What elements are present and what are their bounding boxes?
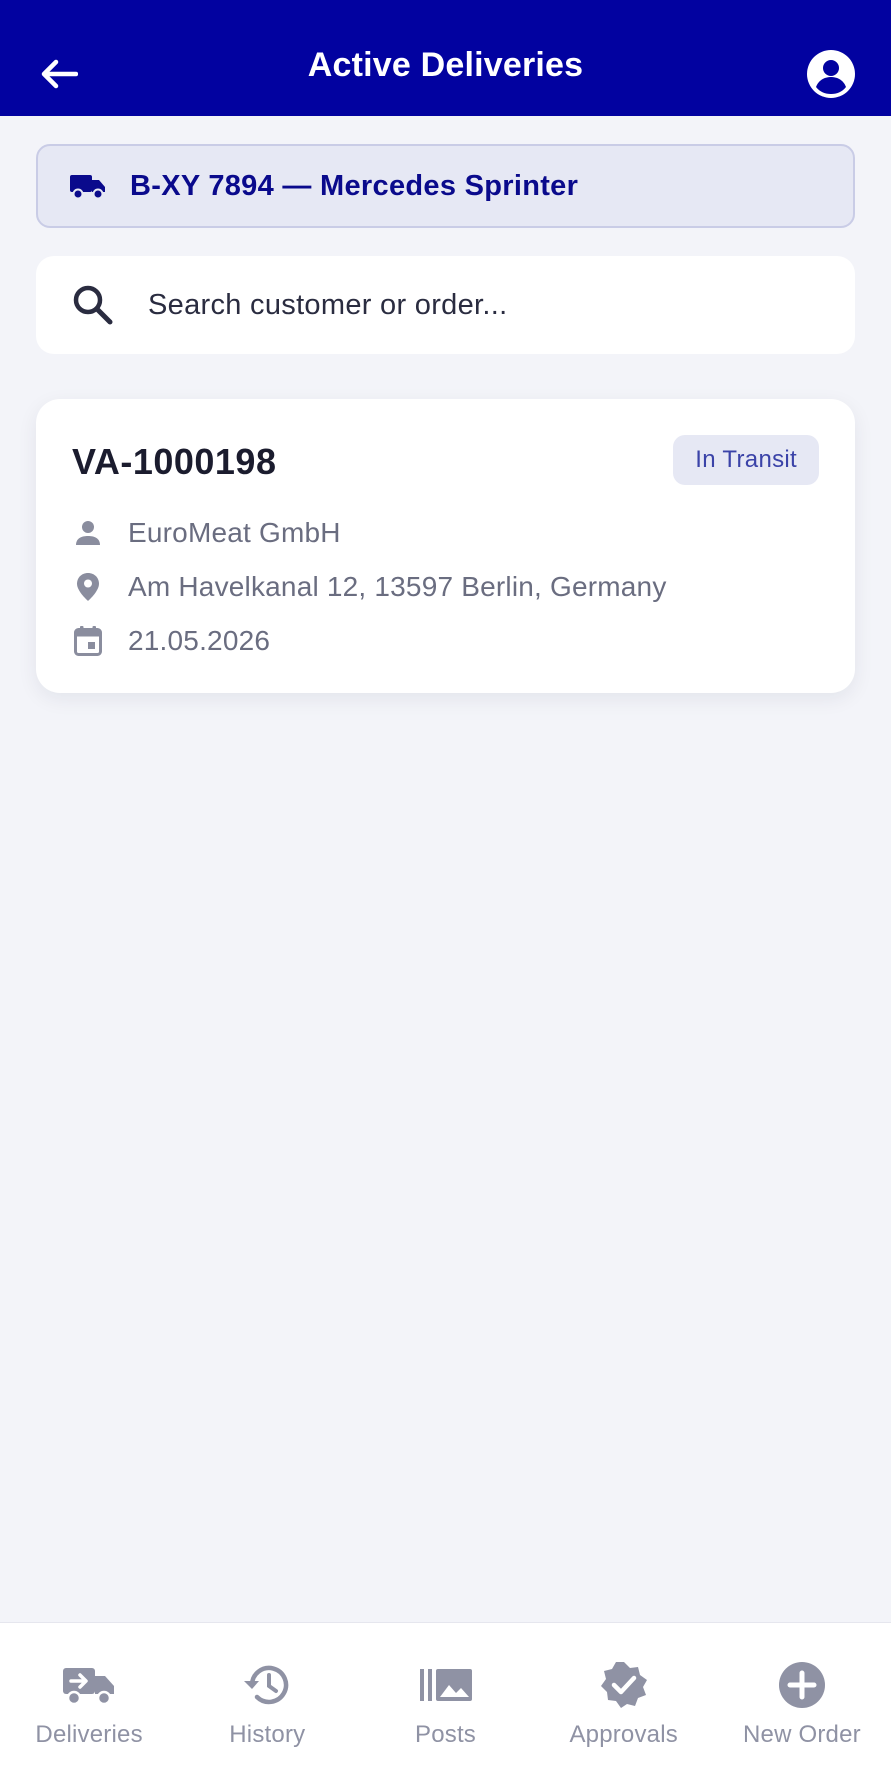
profile-button[interactable] <box>806 49 856 99</box>
nav-item-approvals[interactable]: Approvals <box>535 1623 713 1766</box>
nav-label-approvals: Approvals <box>569 1721 678 1748</box>
vehicle-banner[interactable]: B-XY 7894 — Mercedes Sprinter <box>36 144 855 228</box>
nav-item-posts[interactable]: Posts <box>356 1623 534 1766</box>
delivery-card[interactable]: VA-1000198 In Transit EuroMeat GmbH Am H… <box>36 399 855 693</box>
date-row: 21.05.2026 <box>72 625 270 657</box>
search-input[interactable] <box>148 288 788 322</box>
status-badge: In Transit <box>673 435 819 485</box>
customer-row: EuroMeat GmbH <box>72 517 341 549</box>
nav-item-history[interactable]: History <box>178 1623 356 1766</box>
photo-library-icon <box>418 1661 474 1709</box>
search-bar[interactable] <box>36 256 855 354</box>
truck-fast-icon <box>61 1661 117 1709</box>
app-header: Active Deliveries <box>0 0 891 116</box>
history-icon <box>239 1661 295 1709</box>
add-circle-icon <box>774 1661 830 1709</box>
calendar-icon <box>72 625 104 657</box>
delivery-address: Am Havelkanal 12, 13597 Berlin, Germany <box>128 571 667 602</box>
verified-badge-icon <box>596 1661 652 1709</box>
bottom-nav: Deliveries History Posts Approvals New O… <box>0 1622 891 1766</box>
nav-item-new-order[interactable]: New Order <box>713 1623 891 1766</box>
page-title: Active Deliveries <box>307 45 584 84</box>
back-button[interactable] <box>38 56 80 92</box>
delivery-date: 21.05.2026 <box>128 625 271 656</box>
nav-label-history: History <box>229 1721 306 1748</box>
nav-item-deliveries[interactable]: Deliveries <box>0 1623 178 1766</box>
vehicle-label: B-XY 7894 — Mercedes Sprinter <box>130 169 579 202</box>
nav-label-deliveries: Deliveries <box>35 1721 143 1748</box>
truck-icon <box>70 175 105 200</box>
search-icon <box>73 285 113 325</box>
customer-name: EuroMeat GmbH <box>128 517 341 548</box>
account-circle-icon <box>807 50 855 98</box>
nav-label-posts: Posts <box>414 1721 477 1748</box>
app-root: Active Deliveries B-XY 7894 — Mercedes S… <box>0 0 891 1766</box>
order-id: VA-1000198 <box>72 441 277 482</box>
person-icon <box>72 517 104 549</box>
arrow-left-icon <box>41 59 78 89</box>
nav-label-new-order: New Order <box>743 1721 861 1748</box>
location-pin-icon <box>72 571 104 603</box>
address-row: Am Havelkanal 12, 13597 Berlin, Germany <box>72 571 667 603</box>
